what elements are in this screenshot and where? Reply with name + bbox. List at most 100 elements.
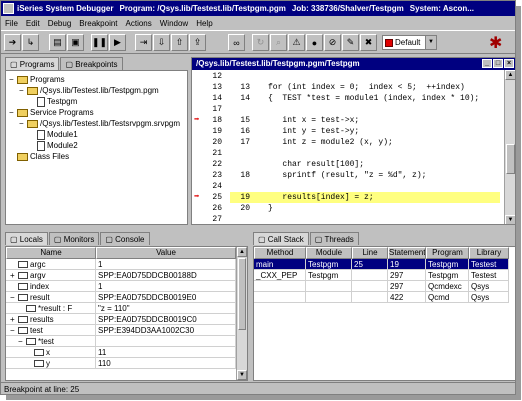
scroll-thumb[interactable] <box>506 144 515 174</box>
stack-cell[interactable] <box>352 281 388 292</box>
breakpoint-arrow-icon[interactable]: ➡ <box>194 193 203 202</box>
stack-cell[interactable] <box>352 292 388 303</box>
tree-item[interactable]: − Programs <box>6 74 65 85</box>
local-value[interactable]: SPP:EA0D75DDCB0019C0 <box>96 314 236 325</box>
local-name[interactable]: + argv <box>6 270 96 281</box>
local-value[interactable]: 11 <box>96 347 236 358</box>
menu-breakpoint[interactable]: Breakpoint <box>75 19 121 28</box>
scroll-down-icon[interactable]: ▼ <box>237 370 247 380</box>
source-code[interactable]: 12 13 13 for (int index = 0; index < 5; ++i… <box>192 70 504 224</box>
tree-item[interactable]: − /Qsys.lib/Testest.lib/Testsrvpgm.srvpgm <box>6 118 180 129</box>
stack-cell[interactable]: Testpgm <box>306 270 352 281</box>
local-name[interactable]: + results <box>6 314 96 325</box>
tree-expander-icon[interactable]: − <box>9 74 17 85</box>
stack-cell[interactable]: Testpgm <box>426 259 469 270</box>
refresh-icon[interactable]: ↻ <box>252 34 269 51</box>
tree-expander-icon[interactable]: + <box>10 314 18 324</box>
local-value[interactable]: 1 <box>96 259 236 270</box>
stack-header[interactable]: Program <box>426 247 469 259</box>
bug-icon[interactable]: ✱ <box>489 33 502 53</box>
stack-cell[interactable]: Testpgm <box>426 270 469 281</box>
stack-cell[interactable]: 297 <box>388 270 426 281</box>
source-scrollbar[interactable]: ▲ ▼ <box>504 70 515 224</box>
stack-cell[interactable]: 19 <box>388 259 426 270</box>
stack-cell[interactable]: Qsys <box>469 292 509 303</box>
menu-file[interactable]: File <box>1 19 22 28</box>
stack-cell[interactable]: Testest <box>469 259 509 270</box>
menu-window[interactable]: Window <box>156 19 192 28</box>
tab-programs[interactable]: ▢ Programs <box>5 57 60 70</box>
local-value[interactable]: SPP:EA0D75DDCB00188D <box>96 270 236 281</box>
local-name[interactable]: x <box>6 347 96 358</box>
stack-header[interactable]: Module <box>306 247 352 259</box>
disable-breakpoint-icon[interactable]: ⊘ <box>324 34 341 51</box>
stack-cell[interactable]: 25 <box>352 259 388 270</box>
menu-help[interactable]: Help <box>192 19 216 28</box>
stack-cell[interactable]: 297 <box>388 281 426 292</box>
scroll-up-icon[interactable]: ▲ <box>237 247 247 257</box>
tab-breakpoints[interactable]: ▢ Breakpoints <box>60 57 123 70</box>
local-name[interactable]: − *test <box>6 336 96 347</box>
tree-item[interactable]: − Service Programs <box>6 107 94 118</box>
remove-icon[interactable]: ✖ <box>360 34 377 51</box>
pause-icon[interactable]: ❚❚ <box>91 34 108 51</box>
tree-item[interactable]: Module1 <box>6 129 78 140</box>
tree-item[interactable]: Class Files <box>6 151 69 162</box>
tree-item[interactable]: Module2 <box>6 140 78 151</box>
locals-header-value[interactable]: Value <box>96 247 236 259</box>
tab-console[interactable]: ▢ Console <box>100 232 150 245</box>
run-icon[interactable]: ▶ <box>109 34 126 51</box>
tree-expander-icon[interactable]: − <box>18 336 26 346</box>
locals-header-name[interactable]: Name <box>6 247 96 259</box>
stack-cell[interactable] <box>352 270 388 281</box>
stack-header[interactable]: Line <box>352 247 388 259</box>
menu-debug[interactable]: Debug <box>44 19 76 28</box>
stack-cell[interactable]: main <box>254 259 306 270</box>
highlight-combo[interactable]: Default ▼ <box>382 35 437 50</box>
local-name[interactable]: argc <box>6 259 96 270</box>
menu-edit[interactable]: Edit <box>22 19 44 28</box>
local-name[interactable]: − result <box>6 292 96 303</box>
source-line[interactable]: 27 <box>192 213 504 224</box>
local-value[interactable]: SPP:E394DD3AA1002C30 <box>96 325 236 336</box>
step-out-icon[interactable]: ⇪ <box>189 34 206 51</box>
tree-expander-icon[interactable]: − <box>19 118 27 129</box>
local-value[interactable]: "z = 110" <box>96 303 236 314</box>
step-return-icon[interactable]: ⇧ <box>171 34 188 51</box>
tab-monitors[interactable]: ▢ Monitors <box>48 232 100 245</box>
console-icon[interactable]: ▣ <box>67 34 84 51</box>
local-value[interactable]: SPP:EA0D75DDCB0019E0 <box>96 292 236 303</box>
search-icon[interactable]: ⌕ <box>270 34 287 51</box>
tab-threads[interactable]: ▢ Threads <box>309 232 359 245</box>
tree-expander-icon[interactable]: − <box>10 325 18 335</box>
scroll-down-icon[interactable]: ▼ <box>505 215 515 224</box>
step-icon[interactable]: ⇩ <box>153 34 170 51</box>
stack-cell[interactable]: Testest <box>469 270 509 281</box>
local-value[interactable]: 1 <box>96 281 236 292</box>
minimize-icon[interactable]: _ <box>482 59 492 68</box>
stack-cell[interactable]: Qcmdexc <box>426 281 469 292</box>
tree-expander-icon[interactable]: − <box>19 85 27 96</box>
stack-cell[interactable]: Qcmd <box>426 292 469 303</box>
tree-expander-icon[interactable]: − <box>10 292 18 302</box>
chevron-down-icon[interactable]: ▼ <box>425 36 436 49</box>
stack-header[interactable]: Statement <box>388 247 426 259</box>
program-list-icon[interactable]: ▤ <box>49 34 66 51</box>
stack-cell[interactable] <box>306 281 352 292</box>
tab-call-stack[interactable]: ▢ Call Stack <box>253 232 309 245</box>
local-value[interactable]: 110 <box>96 358 236 369</box>
stack-cell[interactable] <box>254 281 306 292</box>
stack-cell[interactable]: Testpgm <box>306 259 352 270</box>
local-value[interactable] <box>96 336 236 347</box>
local-name[interactable]: *result : F <box>6 303 96 314</box>
breakpoint-icon[interactable]: ● <box>306 34 323 51</box>
local-name[interactable]: − test <box>6 325 96 336</box>
step-into-icon[interactable]: ↳ <box>22 34 39 51</box>
locals-scrollbar[interactable]: ▲ ▼ <box>236 247 247 380</box>
maximize-icon[interactable]: □ <box>493 59 503 68</box>
stack-header[interactable]: Library <box>469 247 509 259</box>
warning-icon[interactable]: ⚠ <box>288 34 305 51</box>
stack-cell[interactable]: 422 <box>388 292 426 303</box>
clear-icon[interactable]: ✎ <box>342 34 359 51</box>
menu-actions[interactable]: Actions <box>122 19 156 28</box>
